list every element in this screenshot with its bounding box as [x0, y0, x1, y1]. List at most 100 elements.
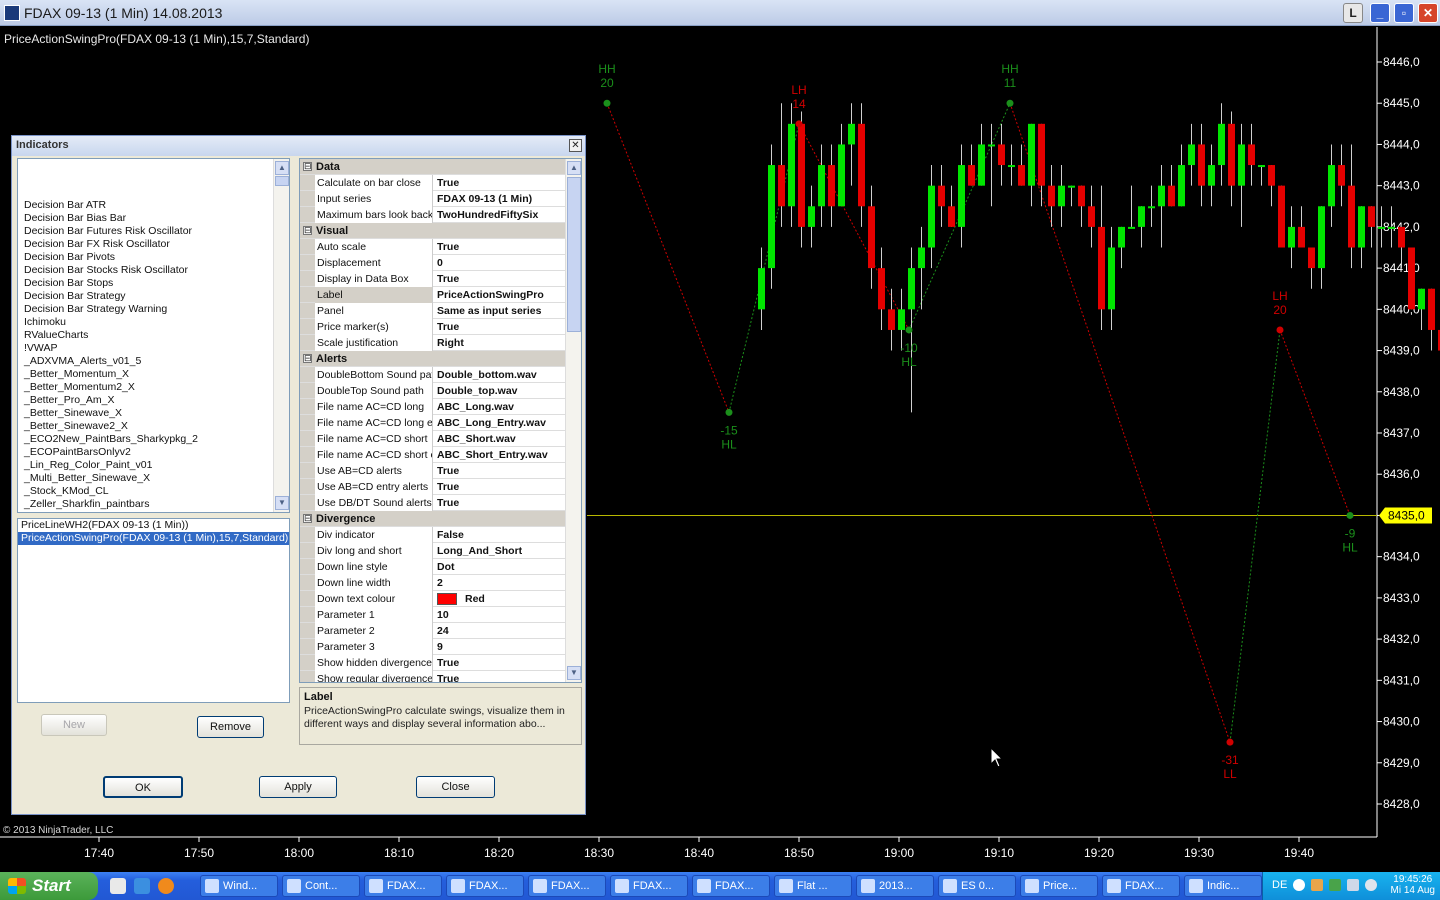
indicator-list-item[interactable]: _Zeller_Sharkfin_paintbars	[18, 498, 289, 511]
indicator-list-item[interactable]: !VWAP	[18, 342, 289, 355]
property-value[interactable]: ABC_Long.wav	[434, 399, 564, 415]
dialog-close-button[interactable]: ✕	[569, 139, 582, 152]
property-value[interactable]: PriceActionSwingPro	[434, 287, 564, 303]
property-value[interactable]: True	[434, 319, 564, 335]
property-value[interactable]: 9	[434, 639, 564, 655]
indicator-list-item[interactable]: Decision Bar ATR	[18, 199, 289, 212]
property-row[interactable]: Div indicator False	[300, 527, 581, 543]
collapse-icon[interactable]: ⊟	[303, 354, 312, 363]
property-row[interactable]: Use AB=CD alerts True	[300, 463, 581, 479]
property-row[interactable]: Down line style Dot	[300, 559, 581, 575]
property-value[interactable]: Double_bottom.wav	[434, 367, 564, 383]
indicator-list-item[interactable]: _ADXVMA_Alerts_v01_5	[18, 355, 289, 368]
property-value[interactable]: True	[434, 175, 564, 191]
taskbar-item[interactable]: ES 0...	[938, 875, 1016, 897]
property-row[interactable]: Down line width 2	[300, 575, 581, 591]
property-value[interactable]: True	[434, 479, 564, 495]
property-row[interactable]: Displacement 0	[300, 255, 581, 271]
property-value[interactable]: True	[434, 671, 564, 682]
indicator-list-item[interactable]: Decision Bar Bias Bar	[18, 212, 289, 225]
properties-scrollbar[interactable]: ▲ ▼	[565, 159, 581, 682]
link-button[interactable]: L	[1343, 3, 1363, 23]
property-value[interactable]: False	[434, 527, 564, 543]
collapse-icon[interactable]: ⊟	[303, 162, 312, 171]
property-value[interactable]: True	[434, 495, 564, 511]
property-category[interactable]: ⊟ Alerts	[300, 351, 581, 367]
property-value[interactable]: ABC_Long_Entry.wav	[434, 415, 564, 431]
firefox-icon[interactable]	[158, 878, 174, 894]
indicator-list-item[interactable]: _ECO2New_PaintBars_Sharkypkg_2	[18, 433, 289, 446]
indicator-list-item[interactable]: Decision Bar FX Risk Oscillator	[18, 238, 289, 251]
close-window-button[interactable]: ✕	[1418, 3, 1438, 23]
indicator-list-item[interactable]: _Stock_KMod_CL	[18, 485, 289, 498]
property-value[interactable]: True	[434, 463, 564, 479]
taskbar-item[interactable]: Price...	[1020, 875, 1098, 897]
indicator-list-item[interactable]: Decision Bar Stops	[18, 277, 289, 290]
taskbar-item[interactable]: Indic...	[1184, 875, 1262, 897]
properties-grid[interactable]: ⊟ Data Calculate on bar close True Input ser…	[299, 158, 582, 683]
indicator-list-item[interactable]: Ichimoku	[18, 316, 289, 329]
indicator-list-item[interactable]: _Multi_Better_Sinewave_X	[18, 472, 289, 485]
applied-item[interactable]: PriceLineWH2(FDAX 09-13 (1 Min))	[18, 519, 289, 532]
property-row[interactable]: Input series FDAX 09-13 (1 Min)	[300, 191, 581, 207]
internet-explorer-icon[interactable]	[134, 878, 150, 894]
property-row[interactable]: Use DB/DT Sound alerts True	[300, 495, 581, 511]
property-value[interactable]: Long_And_Short	[434, 543, 564, 559]
property-row[interactable]: Down text colour Red	[300, 591, 581, 607]
property-row[interactable]: Calculate on bar close True	[300, 175, 581, 191]
property-row[interactable]: Auto scale True	[300, 239, 581, 255]
property-row[interactable]: Parameter 1 10	[300, 607, 581, 623]
property-value[interactable]: Dot	[434, 559, 564, 575]
property-value[interactable]: True	[434, 655, 564, 671]
indicator-list-item[interactable]: Decision Bar Stocks Risk Oscillator	[18, 264, 289, 277]
indicator-list-item[interactable]: Decision Bar Strategy	[18, 290, 289, 303]
property-row[interactable]: Display in Data Box True	[300, 271, 581, 287]
start-button[interactable]: Start	[0, 872, 98, 900]
indicator-list-item[interactable]: _Better_Sinewave2_X	[18, 420, 289, 433]
indicator-list-item[interactable]: _Better_Momentum2_X	[18, 381, 289, 394]
color-swatch[interactable]	[437, 593, 457, 606]
indicator-list-item[interactable]: Decision Bar Pivots	[18, 251, 289, 264]
property-value[interactable]: True	[434, 239, 564, 255]
property-value[interactable]: ABC_Short.wav	[434, 431, 564, 447]
taskbar-item[interactable]: Flat ...	[774, 875, 852, 897]
property-value[interactable]: Same as input series	[434, 303, 564, 319]
taskbar-item[interactable]: FDAX...	[610, 875, 688, 897]
property-row[interactable]: Panel Same as input series	[300, 303, 581, 319]
maximize-button[interactable]: ▫	[1394, 3, 1414, 23]
scroll-thumb[interactable]	[567, 177, 581, 332]
property-row[interactable]: Use AB=CD entry alerts True	[300, 479, 581, 495]
scroll-up-icon[interactable]: ▲	[275, 161, 289, 175]
property-row[interactable]: DoubleTop Sound path Double_top.wav	[300, 383, 581, 399]
show-desktop-icon[interactable]	[110, 878, 126, 894]
property-value[interactable]: True	[434, 271, 564, 287]
scroll-down-icon[interactable]: ▼	[567, 666, 581, 680]
indicator-list-item[interactable]: Decision Bar Futures Risk Oscillator	[18, 225, 289, 238]
taskbar-item[interactable]: FDAX...	[692, 875, 770, 897]
property-value[interactable]: TwoHundredFiftySix	[434, 207, 564, 223]
taskbar-item[interactable]: Cont...	[282, 875, 360, 897]
property-value[interactable]: FDAX 09-13 (1 Min)	[434, 191, 564, 207]
close-button[interactable]: Close	[416, 776, 495, 798]
available-indicators-list[interactable]: Decision Bar ATR Decision Bar Bias Bar Dec…	[17, 158, 290, 513]
network-icon[interactable]	[1347, 879, 1359, 891]
property-category[interactable]: ⊟ Data	[300, 159, 581, 175]
indicator-list-item[interactable]: Decision Bar Strategy Warning	[18, 303, 289, 316]
tray-clock[interactable]: 19:45:26 Mi 14 Aug	[1391, 874, 1435, 896]
property-row[interactable]: Label PriceActionSwingPro	[300, 287, 581, 303]
property-row[interactable]: File name AC=CD short entryABC_Short_Ent…	[300, 447, 581, 463]
property-category[interactable]: ⊟ Visual	[300, 223, 581, 239]
property-value[interactable]: ABC_Short_Entry.wav	[434, 447, 564, 463]
property-row[interactable]: File name AC=CD short ABC_Short.wav	[300, 431, 581, 447]
property-value[interactable]: 2	[434, 575, 564, 591]
applied-indicators-list[interactable]: PriceLineWH2(FDAX 09-13 (1 Min)) PriceAc…	[17, 518, 290, 703]
minimize-button[interactable]: _	[1370, 3, 1390, 23]
property-row[interactable]: DoubleBottom Sound path Double_bottom.wav	[300, 367, 581, 383]
property-value[interactable]: 0	[434, 255, 564, 271]
collapse-icon[interactable]: ⊟	[303, 514, 312, 523]
remove-button[interactable]: Remove	[197, 716, 264, 738]
property-row[interactable]: File name AC=CD long ABC_Long.wav	[300, 399, 581, 415]
indicator-list-item[interactable]: _Better_Momentum_X	[18, 368, 289, 381]
taskbar-item[interactable]: Wind...	[200, 875, 278, 897]
property-row[interactable]: Div long and short Long_And_Short	[300, 543, 581, 559]
